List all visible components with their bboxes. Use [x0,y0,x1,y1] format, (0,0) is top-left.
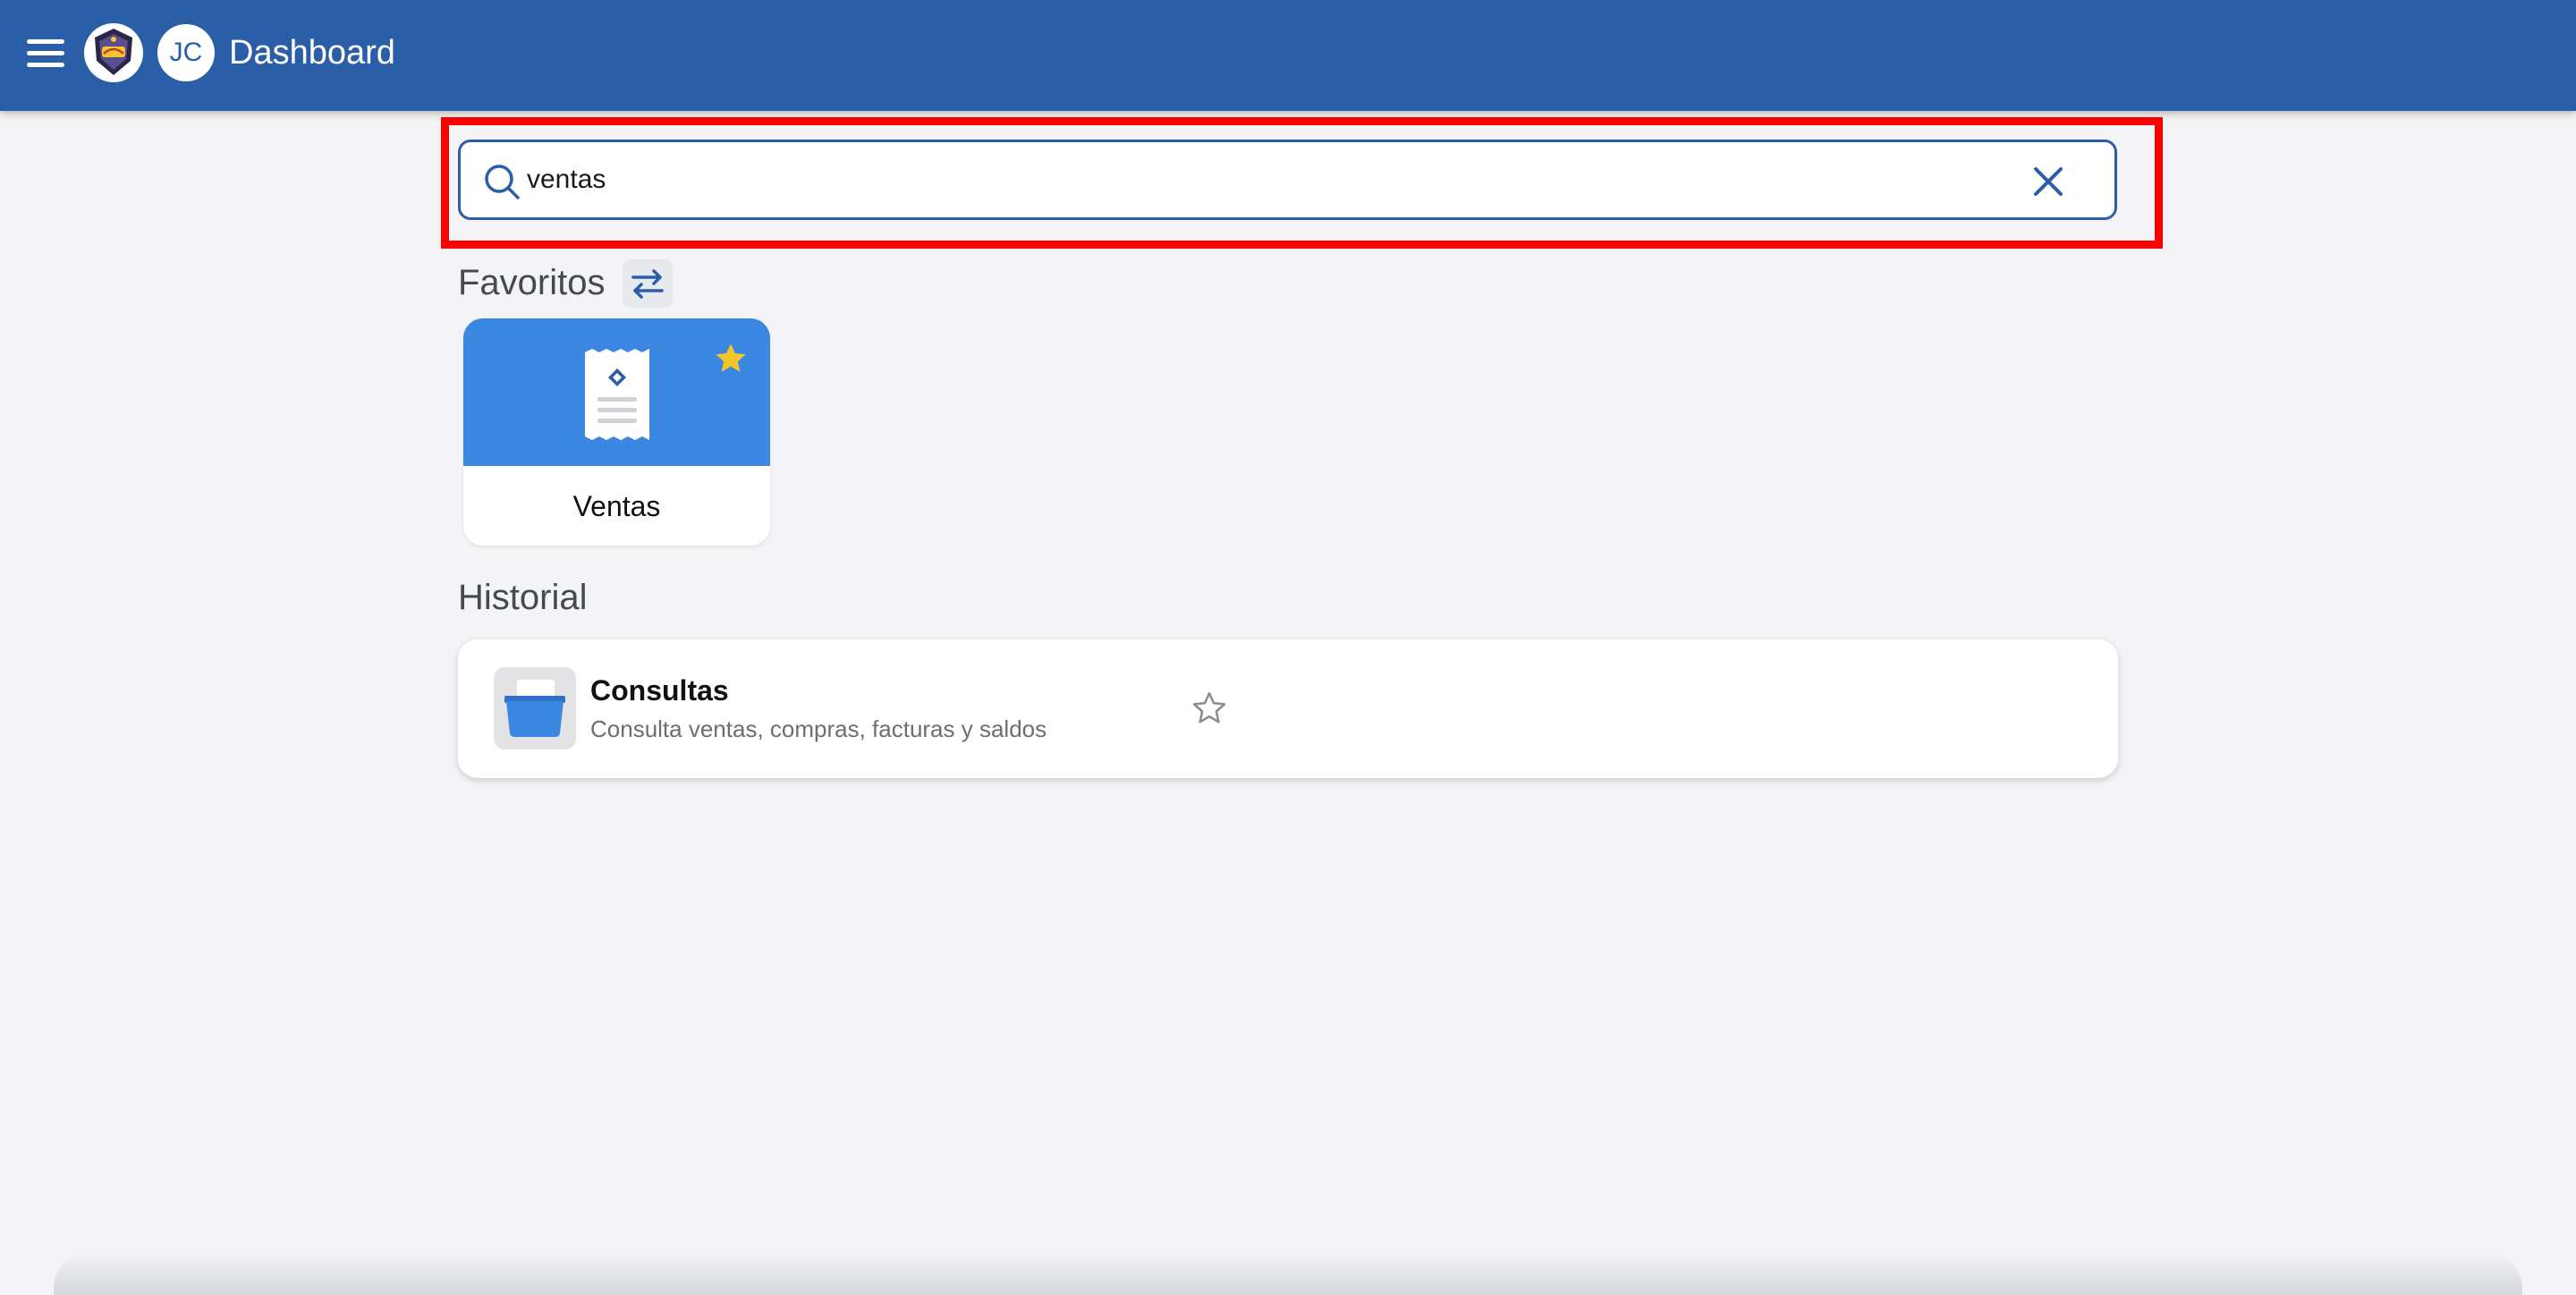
bottom-shadow [54,1252,2522,1295]
favorite-star-icon[interactable] [712,340,750,382]
user-avatar[interactable]: JC [157,24,215,81]
favorites-heading: Favoritos [458,263,606,302]
top-app-bar: JC Dashboard [0,0,2576,111]
hamburger-menu-icon[interactable] [23,36,68,72]
super-brand-logo [84,23,143,82]
basket-icon [494,667,576,749]
search-icon [482,162,521,201]
page-title: Dashboard [229,34,395,72]
swap-arrows-icon[interactable] [623,259,673,308]
history-heading: Historial [458,578,588,617]
receipt-icon [580,347,655,450]
history-item-description: Consulta ventas, compras, facturas y sal… [590,715,1047,742]
star-outline-icon[interactable] [1190,689,1229,728]
favorite-card-label: Ventas [572,490,661,522]
search-bar[interactable] [458,140,2117,220]
close-icon[interactable] [2029,162,2068,201]
favorite-card-ventas[interactable]: Ventas [463,318,770,546]
history-item-title: Consultas [590,674,729,707]
search-input[interactable] [527,155,1994,205]
favorite-card-banner [463,318,770,466]
history-item-consultas[interactable]: Consultas Consulta ventas, compras, fact… [458,639,2118,778]
